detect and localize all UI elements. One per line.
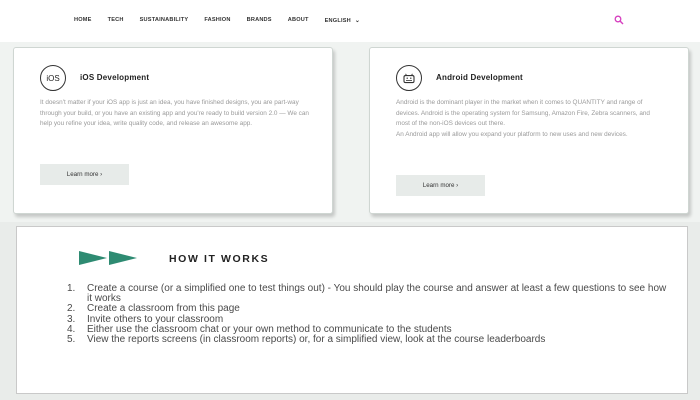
ios-card-description: It doesn't matter if your iOS app is jus…: [40, 99, 309, 127]
android-learn-more-button[interactable]: Learn more ›: [396, 175, 485, 196]
android-card-title: Android Development: [436, 73, 523, 82]
step-item: 5. View the reports screens (in classroom…: [67, 334, 546, 346]
nav-item-home[interactable]: HOME: [74, 17, 92, 24]
ios-learn-more-button[interactable]: Learn more ›: [40, 164, 129, 185]
nav-item-brands[interactable]: BRANDS: [247, 17, 272, 24]
android-development-card: Android Development Android is the domin…: [369, 47, 689, 214]
ios-icon: iOS: [40, 65, 66, 91]
android-card-description: Android is the dominant player in the ma…: [396, 98, 664, 140]
nav-menu: HOME TECH SUSTAINABILITY FASHION BRANDS …: [74, 17, 376, 24]
ios-development-card: iOS iOS Development It doesn't matter if…: [13, 47, 333, 214]
chevron-down-icon: ⌄: [354, 18, 361, 24]
language-selector[interactable]: ENGLISH ⌄: [325, 17, 361, 24]
nav-item-fashion[interactable]: FASHION: [204, 17, 230, 24]
language-label: ENGLISH: [324, 18, 351, 24]
top-navigation: HOME TECH SUSTAINABILITY FASHION BRANDS …: [0, 0, 700, 42]
android-card-paragraph-2: An Android app will allow you expand you…: [396, 130, 628, 138]
nav-item-sustainability[interactable]: SUSTAINABILITY: [140, 17, 189, 24]
nav-item-about[interactable]: ABOUT: [288, 17, 309, 24]
double-arrow-icon: [79, 251, 137, 265]
nav-item-tech[interactable]: TECH: [108, 17, 124, 24]
android-icon: [396, 65, 422, 91]
android-card-paragraph-1: Android is the dominant player in the ma…: [396, 99, 650, 127]
search-icon[interactable]: [614, 15, 624, 25]
how-it-works-panel: HOW IT WORKS 1. Create a course (or a sim…: [16, 226, 688, 394]
steps-list: 1. Create a course (or a simplified one t…: [67, 283, 667, 346]
step-item: 1. Create a course (or a simplified one t…: [67, 283, 667, 305]
how-it-works-title: HOW IT WORKS: [169, 253, 270, 265]
ios-card-title: iOS Development: [80, 73, 150, 82]
